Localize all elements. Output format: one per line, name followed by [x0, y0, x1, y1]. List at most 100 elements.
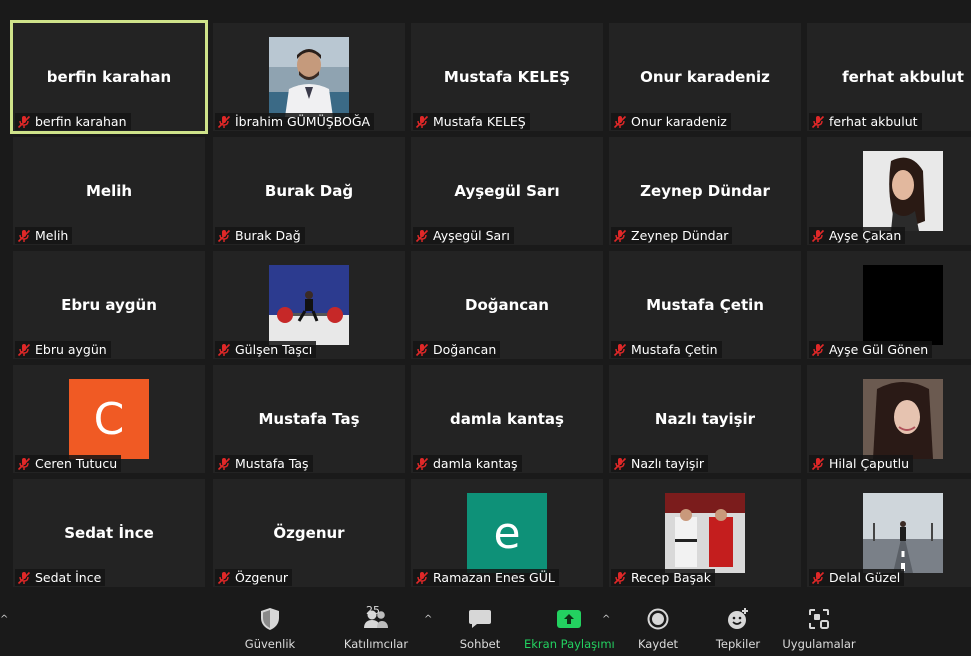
muted-mic-icon — [811, 229, 825, 243]
participant-display-name: Sedat İnce — [64, 524, 154, 542]
avatar-letter: C — [69, 379, 149, 459]
apps-button[interactable]: Uygulamalar — [782, 606, 856, 654]
muted-mic-icon — [811, 343, 825, 357]
participant-tile[interactable]: damla kantaş damla kantaş — [411, 365, 603, 473]
participant-name-text: Sedat İnce — [35, 570, 102, 585]
muted-mic-icon — [17, 229, 31, 243]
participant-display-name: Mustafa Çetin — [646, 296, 764, 314]
participant-name-text: Zeynep Dündar — [631, 228, 729, 243]
participant-tile[interactable]: Zeynep Dündar Zeynep Dündar — [609, 137, 801, 245]
participant-tile[interactable]: İbrahim GÜMÜŞBOĞA — [213, 23, 405, 131]
participant-tile[interactable]: Nazlı tayişir Nazlı tayişir — [609, 365, 801, 473]
participant-tile[interactable]: Ayşe Çakan — [807, 137, 971, 245]
chat-button[interactable]: Sohbet — [450, 606, 510, 654]
participant-name-label: Delal Güzel — [809, 569, 905, 586]
participant-name-label: Mustafa KELEŞ — [413, 113, 530, 130]
participant-display-name: Ayşegül Sarı — [454, 182, 560, 200]
participant-name-label: Onur karadeniz — [611, 113, 731, 130]
chat-icon — [450, 606, 510, 632]
security-button[interactable]: Güvenlik — [238, 606, 302, 654]
profile-photo — [269, 37, 349, 117]
participant-display-name: damla kantaş — [450, 410, 564, 428]
participant-name-label: ferhat akbulut — [809, 113, 922, 130]
participant-name-text: Mustafa Taş — [235, 456, 309, 471]
participant-display-name: Mustafa KELEŞ — [443, 68, 571, 86]
participant-tile[interactable]: Ebru aygün Ebru aygün — [13, 251, 205, 359]
muted-mic-icon — [613, 229, 627, 243]
participant-name-label: Ebru aygün — [15, 341, 111, 358]
participant-display-name: berfin karahan — [46, 68, 172, 86]
muted-mic-icon — [17, 343, 31, 357]
participant-name-label: Recep Başak — [611, 569, 715, 586]
participant-tile[interactable]: ferhat akbulut ferhat akbulut — [807, 23, 971, 131]
participant-tile[interactable]: Mustafa Çetin Mustafa Çetin — [609, 251, 801, 359]
participant-name-text: Nazlı tayişir — [631, 456, 705, 471]
participant-tile[interactable]: Ayşe Gül Gönen — [807, 251, 971, 359]
participant-tile[interactable]: Mustafa Taş Mustafa Taş — [213, 365, 405, 473]
share-screen-button[interactable]: Ekran Paylaşımı — [524, 606, 615, 654]
participant-tile[interactable]: C Ceren Tutucu — [13, 365, 205, 473]
muted-mic-icon — [17, 115, 31, 129]
muted-mic-icon — [811, 115, 825, 129]
participant-count: 25 — [366, 604, 380, 617]
participant-name-label: Özgenur — [215, 569, 293, 586]
participant-tile[interactable]: Hilal Çaputlu — [807, 365, 971, 473]
participant-tile[interactable]: Sedat İnce Sedat İnce — [13, 479, 205, 587]
participant-tile[interactable]: Melih Melih — [13, 137, 205, 245]
participant-name-text: Gülşen Taşcı — [235, 342, 313, 357]
profile-photo — [665, 493, 745, 573]
participant-name-label: Ayşe Gül Gönen — [809, 341, 933, 358]
participant-name-text: Delal Güzel — [829, 570, 901, 585]
video-grid: berfin karahan berfin karahan İbrahim GÜMÜ… — [0, 0, 971, 600]
participant-name-text: Onur karadeniz — [631, 114, 727, 129]
participant-display-name: Ebru aygün — [61, 296, 157, 314]
participants-button[interactable]: 25 Katılımcılar — [336, 604, 416, 654]
muted-mic-icon — [613, 115, 627, 129]
participant-tile[interactable]: Mustafa KELEŞ Mustafa KELEŞ — [411, 23, 603, 131]
participant-display-name: Melih — [85, 182, 133, 200]
participant-name-label: Burak Dağ — [215, 227, 305, 244]
participant-tile[interactable]: berfin karahan berfin karahan — [10, 20, 208, 134]
participant-display-name: Burak Dağ — [264, 182, 354, 200]
participant-name-label: Ramazan Enes GÜL — [413, 569, 559, 586]
participant-tile[interactable]: Ayşegül Sarı Ayşegül Sarı — [411, 137, 603, 245]
audio-options-caret[interactable]: ^ — [0, 614, 8, 625]
participant-tile[interactable]: Burak Dağ Burak Dağ — [213, 137, 405, 245]
muted-mic-icon — [613, 571, 627, 585]
profile-photo — [863, 265, 943, 345]
muted-mic-icon — [17, 457, 31, 471]
participant-name-text: Ramazan Enes GÜL — [433, 570, 555, 585]
participant-name-label: Ceren Tutucu — [15, 455, 122, 472]
share-arrow-icon — [524, 606, 614, 632]
participant-name-label: berfin karahan — [15, 113, 131, 130]
reactions-button[interactable]: Tepkiler — [708, 606, 768, 654]
muted-mic-icon — [415, 571, 429, 585]
participant-name-label: Doğancan — [413, 341, 501, 358]
participant-name-label: İbrahim GÜMÜŞBOĞA — [215, 113, 375, 130]
participant-tile[interactable]: Gülşen Taşcı — [213, 251, 405, 359]
participant-name-text: berfin karahan — [35, 114, 127, 129]
participant-name-text: Recep Başak — [631, 570, 711, 585]
muted-mic-icon — [17, 571, 31, 585]
participant-tile[interactable]: Özgenur Özgenur — [213, 479, 405, 587]
muted-mic-icon — [415, 229, 429, 243]
participant-name-text: Doğancan — [433, 342, 497, 357]
participant-tile[interactable]: Delal Güzel — [807, 479, 971, 587]
participant-name-text: Mustafa KELEŞ — [433, 114, 526, 129]
participant-display-name: Zeynep Dündar — [640, 182, 770, 200]
participant-display-name: Nazlı tayişir — [654, 410, 756, 428]
participant-tile[interactable]: Doğancan Doğancan — [411, 251, 603, 359]
participant-name-label: Mustafa Taş — [215, 455, 313, 472]
share-options-caret[interactable]: ^ — [602, 614, 610, 625]
participants-options-caret[interactable]: ^ — [424, 614, 432, 625]
participant-tile[interactable]: Onur karadeniz Onur karadeniz — [609, 23, 801, 131]
shield-icon — [238, 606, 302, 632]
smiley-plus-icon — [708, 606, 768, 632]
participant-name-text: ferhat akbulut — [829, 114, 918, 129]
participant-tile[interactable]: Recep Başak — [609, 479, 801, 587]
participant-name-label: Zeynep Dündar — [611, 227, 733, 244]
participant-name-text: damla kantaş — [433, 456, 518, 471]
participant-name-label: Gülşen Taşcı — [215, 341, 317, 358]
participant-tile[interactable]: e Ramazan Enes GÜL — [411, 479, 603, 587]
record-button[interactable]: Kaydet — [628, 606, 688, 654]
